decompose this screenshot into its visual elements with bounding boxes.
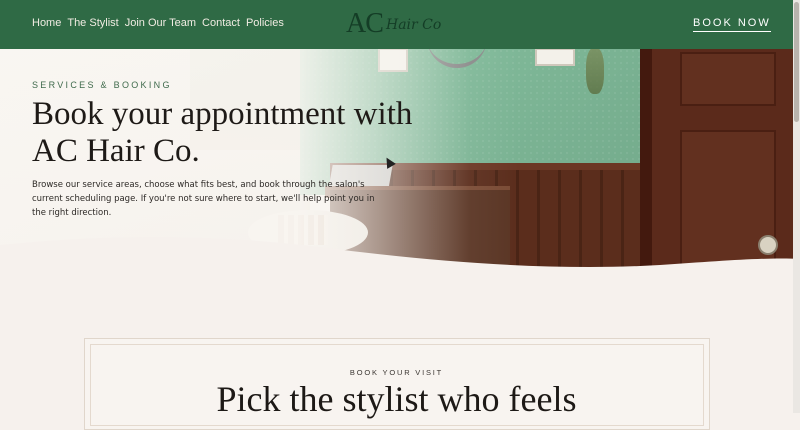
- site-logo[interactable]: AC Hair Co: [346, 8, 446, 44]
- nav-link-contact[interactable]: Contact: [202, 17, 240, 29]
- scrollbar-thumb[interactable]: [794, 2, 799, 122]
- section-title: Pick the stylist who feels: [216, 379, 577, 419]
- top-navigation: Home The Stylist Join Our Team Contact P…: [0, 0, 793, 49]
- nav-link-join-our-team[interactable]: Join Our Team: [125, 17, 196, 29]
- nav-link-home[interactable]: Home: [32, 17, 61, 29]
- hero-intro: Browse our service areas, choose what fi…: [32, 180, 375, 218]
- book-now-button[interactable]: BOOK NOW: [693, 17, 771, 32]
- section-eyebrow: BOOK YOUR VISIT: [349, 368, 444, 377]
- nav-links: Home The Stylist Join Our Team Contact P…: [32, 17, 284, 29]
- wave-divider: [0, 236, 800, 275]
- logo-initials: AC: [346, 8, 384, 39]
- nav-link-policies[interactable]: Policies: [246, 17, 284, 29]
- hero-eyebrow: SERVICES & BOOKING: [32, 80, 172, 90]
- headline-line-1: Book your appointment with: [32, 96, 413, 132]
- nav-link-the-stylist[interactable]: The Stylist: [67, 17, 118, 29]
- headline-line-2: AC Hair Co.: [32, 133, 200, 169]
- logo-script: Hair Co: [386, 17, 442, 33]
